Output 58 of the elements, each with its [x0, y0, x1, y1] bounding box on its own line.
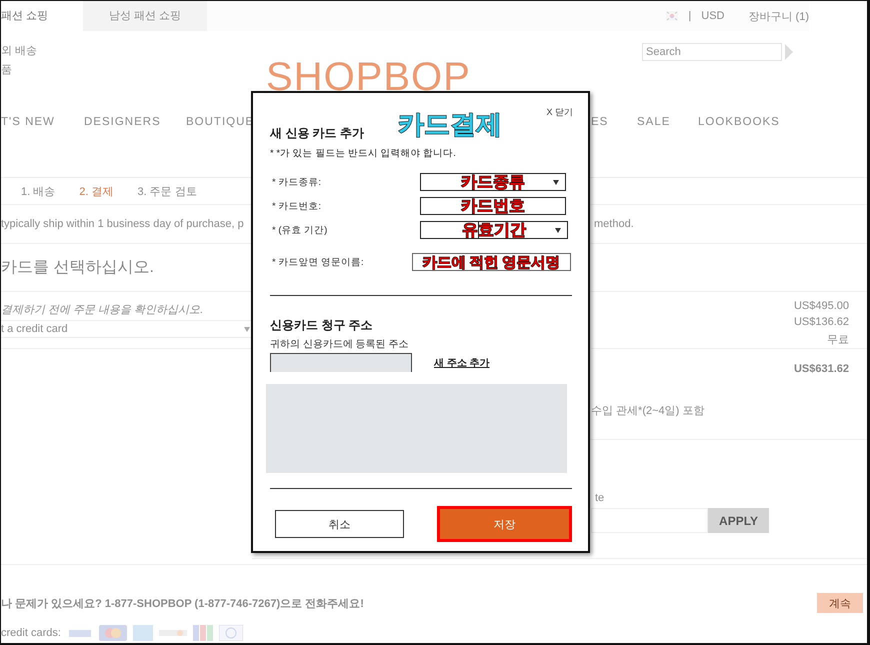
- nav-link[interactable]: T'S NEW: [1, 116, 84, 128]
- field-label: * (유효 기간): [271, 224, 328, 236]
- checkout-step[interactable]: 3. 주문 검토: [137, 184, 197, 198]
- search-field[interactable]: Search: [642, 43, 782, 61]
- nav-link[interactable]: ES: [591, 116, 637, 128]
- amount-value: 무료: [827, 333, 849, 347]
- card-select[interactable]: t a credit card: [1, 320, 252, 338]
- promo-field[interactable]: [591, 508, 708, 533]
- header-link[interactable]: 외 배송: [1, 43, 266, 58]
- card-logo-icon: [218, 625, 243, 641]
- card-logo-icon: [66, 627, 93, 639]
- save-button[interactable]: 저장: [437, 506, 572, 542]
- duties-note: 수입 관세*(2~4일) 포함: [591, 404, 706, 418]
- nav-link[interactable]: SALE: [637, 116, 698, 128]
- select-field[interactable]: 카드종류: [420, 173, 566, 191]
- checkout-step[interactable]: 1. 배송: [21, 184, 56, 198]
- card-logo-icon: [98, 625, 127, 641]
- address-select[interactable]: [270, 353, 412, 372]
- checkout-step[interactable]: 2. 결제: [79, 184, 114, 198]
- dropdown-arrow-icon: [244, 326, 250, 332]
- close-link[interactable]: X 닫기: [546, 106, 573, 119]
- cards-label: credit cards:: [1, 627, 61, 639]
- search-arrow-icon[interactable]: [785, 44, 793, 60]
- annotation-text: 카드결제: [398, 108, 502, 141]
- header-link[interactable]: 품: [1, 62, 266, 77]
- billing-note: 귀하의 신용카드에 등록된 주소: [270, 338, 408, 351]
- shop-tab[interactable]: 남성 패션 쇼핑: [83, 1, 207, 31]
- promo-label: te: [594, 492, 604, 504]
- flag-icon: [666, 11, 678, 21]
- field-label: * 카드종류:: [271, 176, 322, 188]
- separator: |: [688, 10, 692, 22]
- currency-link[interactable]: USD: [701, 10, 724, 22]
- required-note: * *가 있는 필드는 반드시 입력해야 합니다.: [270, 147, 456, 160]
- shipping-notice: method.: [594, 218, 634, 230]
- nav-link[interactable]: LOOKBOOKS: [698, 116, 780, 128]
- help-text: 나 문제가 있으세요? 1-877-SHOPBOP (1-877-746-7267)으로 전화주세요!: [1, 596, 364, 610]
- continue-button[interactable]: 계속: [817, 593, 863, 613]
- amount-value: US$495.00: [794, 300, 849, 312]
- review-note: 결제하기 전에 주문 내용을 확인하십시오.: [1, 303, 204, 317]
- card-logo-icon: [132, 625, 153, 641]
- cancel-button[interactable]: 취소: [275, 510, 404, 538]
- card-logo-icon: [192, 625, 213, 641]
- cart-link[interactable]: 장바구니 (1): [748, 8, 809, 24]
- add-address-link[interactable]: 새 주소 추가: [434, 356, 490, 370]
- field-label: * 카드번호:: [271, 200, 322, 212]
- dropdown-arrow-icon: [555, 228, 561, 233]
- section-heading: 카드를 선택하십시오.: [1, 258, 154, 278]
- input-field[interactable]: 카드에 적힌 영문서명: [412, 253, 571, 271]
- field-label: * 카드앞면 영문이름:: [271, 256, 365, 268]
- total-value: US$631.62: [792, 363, 849, 375]
- dropdown-arrow-icon: [553, 180, 559, 185]
- modal-title: 새 신용 카드 추가: [270, 125, 364, 142]
- apply-button[interactable]: APPLY: [708, 508, 769, 533]
- input-field[interactable]: 카드번호: [420, 197, 566, 215]
- billing-title: 신용카드 청구 주소: [270, 317, 373, 334]
- shipping-notice: typically ship within 1 business day of purchase, p: [1, 218, 244, 230]
- amount-value: US$136.62: [794, 316, 849, 328]
- nav-link[interactable]: DESIGNERS: [84, 116, 186, 128]
